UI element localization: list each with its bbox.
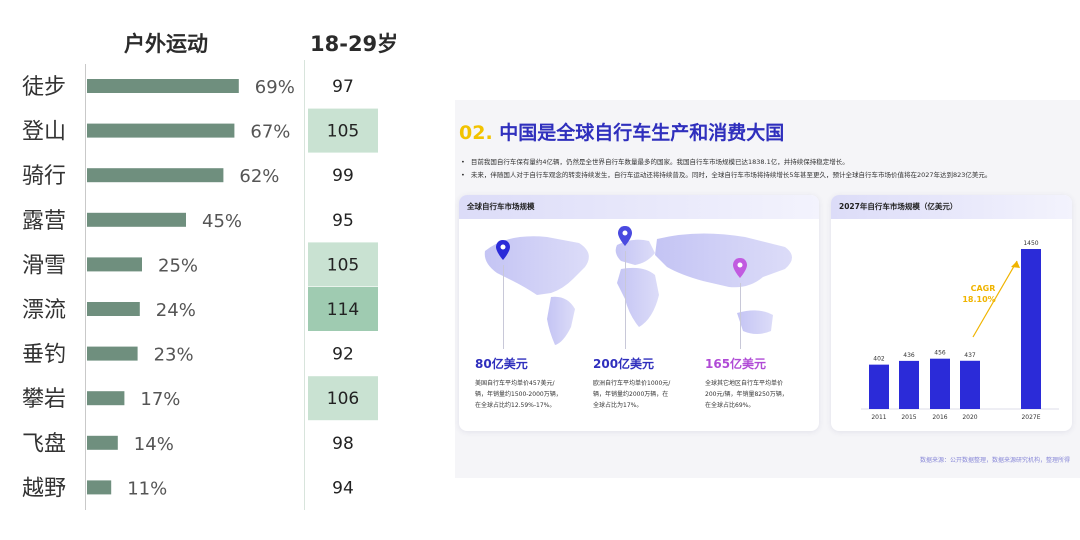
pin-guide-line [740, 283, 741, 349]
slide-title: 02. 中国是全球自行车生产和消费大国 [459, 118, 784, 145]
market-size-card: 2027年自行车市场规模（亿美元） 402 2011 436 2015 456 2016 4… [831, 195, 1072, 431]
x-tick-label: 2016 [932, 414, 947, 421]
stat-usa: 80亿美元 美国自行车平均单价457美元/ 辆，年销量约1500-2000万辆，… [475, 355, 585, 411]
slide-number: 02. [459, 122, 493, 144]
category-label: 漂流 [22, 298, 66, 323]
data-label: 11% [127, 478, 167, 499]
bar [869, 364, 889, 409]
cagr-label: CAGR [971, 284, 996, 293]
bar [87, 79, 239, 93]
bullet-point: 目前我国自行车保有量约4亿辆，仍然是全世界自行车数量最多的国家。我国自行车市场规… [461, 156, 849, 166]
data-label: 14% [134, 434, 174, 455]
data-label: 456 [934, 350, 946, 357]
age-index-value: 105 [327, 122, 359, 142]
data-label: 23% [154, 345, 194, 366]
location-pin-icon [496, 240, 510, 260]
slide-title-text: 中国是全球自行车生产和消费大国 [499, 122, 785, 144]
data-label: 25% [158, 255, 198, 276]
stat-europe: 200亿美元 欧洲自行车平均单价1000元/ 辆，年销量约2000万辆，在 全球… [593, 355, 703, 411]
stat-value: 200亿美元 [593, 357, 655, 371]
category-label: 露营 [22, 209, 66, 234]
category-label: 滑雪 [22, 253, 66, 278]
bar [87, 168, 224, 183]
x-tick-label: 2011 [871, 414, 886, 421]
source-footer: 数据来源：公开数据整理，数据来源研究机构，整理所得 [919, 457, 1070, 464]
pin-guide-line [503, 265, 504, 349]
category-label: 垂钓 [22, 343, 66, 368]
location-pin-icon [618, 226, 632, 246]
card-header-title: 全球自行车市场规模 [467, 202, 535, 211]
age-index-value: 105 [327, 255, 359, 275]
category-label: 越野 [22, 476, 66, 501]
bar [87, 302, 140, 316]
age-index-value: 94 [332, 478, 354, 498]
world-map-illustration [484, 233, 792, 345]
x-tick-label: 2015 [901, 414, 916, 421]
stat-other-regions: 165亿美元 全球其它地区自行车平均单价 200元/辆，年销量8250万辆， 在… [705, 355, 815, 411]
bar [960, 360, 980, 409]
age-index-value: 114 [327, 300, 359, 320]
bar [930, 358, 950, 409]
stat-description: 美国自行车平均单价457美元/ 辆，年销量约1500-2000万辆， 在全球占比… [475, 380, 562, 409]
data-label: 436 [903, 352, 915, 359]
bullet-point: 未来，伴随国人对于自行车观念的转变持续发生，自行车运动还将持续普及。同时，全球自… [461, 169, 992, 179]
data-label: 67% [250, 122, 290, 143]
outdoor-sports-bar-chart: 徒步 69% 97 登山 67% 105 骑行 62% 99 露营 45% 95 滑雪 25% 105 漂流 2… [22, 75, 378, 501]
category-label: 登山 [22, 120, 66, 145]
stat-description: 欧洲自行车平均单价1000元/ 辆，年销量约2000万辆，在 全球占比为17%。 [593, 380, 671, 409]
data-label: 45% [202, 211, 242, 232]
data-label: 17% [140, 389, 180, 410]
bar [87, 346, 138, 361]
data-label: 24% [156, 300, 196, 321]
outdoor-sports-panel: 户外运动 18-29岁 徒步 69% 97 登山 67% 105 骑行 62% 99 露营 45% 9… [0, 0, 440, 540]
bicycle-market-slide: 02. 中国是全球自行车生产和消费大国 目前我国自行车保有量约4亿辆，仍然是全世… [455, 100, 1080, 478]
pin-guide-line [625, 251, 626, 349]
data-label: 62% [239, 166, 279, 187]
data-label: 1450 [1023, 240, 1038, 247]
global-market-card: 全球自行车市场规模 80亿美元 美国自行车平均单价457美元/ 辆，年销量约15… [459, 195, 819, 431]
data-label: 69% [255, 77, 295, 98]
stat-value: 80亿美元 [475, 357, 528, 371]
age-index-value: 92 [332, 345, 354, 365]
stat-value: 165亿美元 [705, 357, 767, 371]
x-tick-label: 2020 [962, 414, 977, 421]
age-index-value: 98 [332, 434, 354, 454]
bar [899, 360, 919, 409]
data-label: 437 [964, 352, 976, 359]
card-header: 全球自行车市场规模 [459, 195, 819, 219]
bar [1021, 249, 1041, 409]
continents [484, 233, 792, 345]
bar [87, 435, 118, 450]
age-index-value: 106 [327, 389, 359, 409]
bar [87, 123, 235, 138]
cagr-value: 18.10% [962, 295, 995, 304]
stat-description: 全球其它地区自行车平均单价 200元/辆，年销量8250万辆， 在全球占比69%… [705, 380, 788, 409]
category-label: 飞盘 [22, 432, 66, 457]
location-pin-icon [733, 258, 747, 278]
bar [87, 257, 142, 272]
age-index-value: 97 [332, 77, 354, 97]
bar [87, 480, 112, 495]
card-header: 2027年自行车市场规模（亿美元） [831, 195, 1072, 219]
bar [87, 212, 186, 227]
age-index-value: 95 [332, 211, 354, 231]
data-label: 402 [873, 356, 885, 363]
bar [87, 391, 125, 406]
card-header-title: 2027年自行车市场规模（亿美元） [839, 202, 958, 211]
x-tick-label: 2027E [1021, 414, 1040, 421]
age-index-value: 99 [332, 166, 354, 186]
category-label: 攀岩 [22, 387, 66, 412]
market-size-bar-chart: 402 2011 436 2015 456 2016 437 2020 1450 2027E CAG… [861, 240, 1059, 421]
category-label: 徒步 [22, 75, 66, 100]
category-label: 骑行 [22, 164, 66, 189]
arrow-head-icon [1011, 261, 1020, 268]
